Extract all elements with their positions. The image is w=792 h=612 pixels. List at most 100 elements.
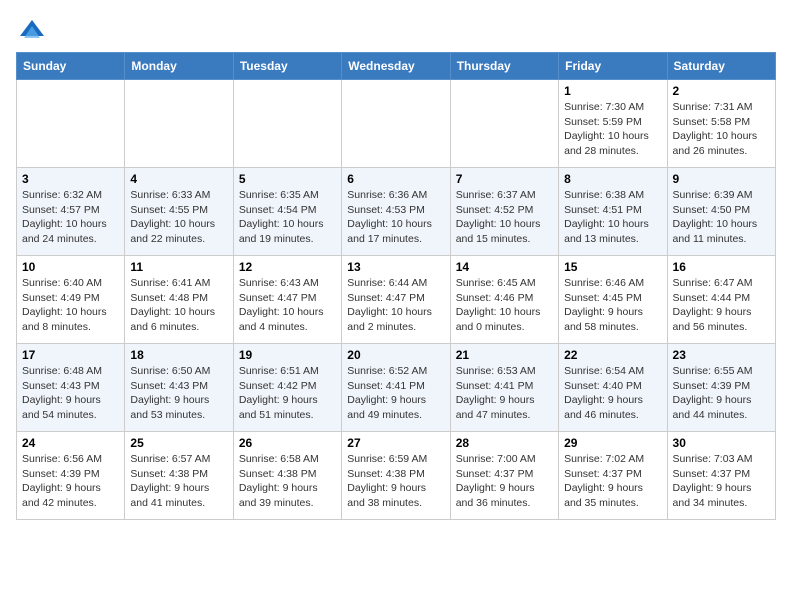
- day-info: Sunrise: 7:03 AM Sunset: 4:37 PM Dayligh…: [673, 452, 770, 511]
- calendar-cell: 30 Sunrise: 7:03 AM Sunset: 4:37 PM Dayli…: [667, 432, 775, 520]
- day-number: 29: [564, 436, 661, 450]
- day-info: Sunrise: 6:46 AM Sunset: 4:45 PM Dayligh…: [564, 276, 661, 335]
- day-number: 16: [673, 260, 770, 274]
- day-info: Sunrise: 6:59 AM Sunset: 4:38 PM Dayligh…: [347, 452, 444, 511]
- day-number: 17: [22, 348, 119, 362]
- calendar-cell: 3 Sunrise: 6:32 AM Sunset: 4:57 PM Daylig…: [17, 168, 125, 256]
- calendar-cell: [125, 80, 233, 168]
- weekday-header-monday: Monday: [125, 53, 233, 80]
- day-number: 10: [22, 260, 119, 274]
- day-info: Sunrise: 6:44 AM Sunset: 4:47 PM Dayligh…: [347, 276, 444, 335]
- calendar-cell: [450, 80, 558, 168]
- weekday-header-thursday: Thursday: [450, 53, 558, 80]
- day-number: 21: [456, 348, 553, 362]
- week-row-5: 24 Sunrise: 6:56 AM Sunset: 4:39 PM Dayli…: [17, 432, 776, 520]
- day-info: Sunrise: 6:35 AM Sunset: 4:54 PM Dayligh…: [239, 188, 336, 247]
- calendar-cell: [233, 80, 341, 168]
- day-info: Sunrise: 6:40 AM Sunset: 4:49 PM Dayligh…: [22, 276, 119, 335]
- day-number: 11: [130, 260, 227, 274]
- calendar-cell: 28Sunrise: 7:00 AM Sunset: 4:37 PM Dayli…: [450, 432, 558, 520]
- calendar-cell: [342, 80, 450, 168]
- day-info: Sunrise: 6:36 AM Sunset: 4:53 PM Dayligh…: [347, 188, 444, 247]
- calendar-cell: 4 Sunrise: 6:33 AM Sunset: 4:55 PM Daylig…: [125, 168, 233, 256]
- day-info: Sunrise: 6:38 AM Sunset: 4:51 PM Dayligh…: [564, 188, 661, 247]
- week-row-3: 10 Sunrise: 6:40 AM Sunset: 4:49 PM Dayli…: [17, 256, 776, 344]
- calendar-cell: 15 Sunrise: 6:46 AM Sunset: 4:45 PM Dayli…: [559, 256, 667, 344]
- calendar-cell: 9 Sunrise: 6:39 AM Sunset: 4:50 PM Daylig…: [667, 168, 775, 256]
- day-number: 9: [673, 172, 770, 186]
- day-number: 19: [239, 348, 336, 362]
- day-info: Sunrise: 6:56 AM Sunset: 4:39 PM Dayligh…: [22, 452, 119, 511]
- day-info: Sunrise: 6:52 AM Sunset: 4:41 PM Dayligh…: [347, 364, 444, 423]
- weekday-header-row: SundayMondayTuesdayWednesdayThursdayFrid…: [17, 53, 776, 80]
- logo-icon: [18, 16, 46, 44]
- calendar-cell: 6 Sunrise: 6:36 AM Sunset: 4:53 PM Daylig…: [342, 168, 450, 256]
- day-info: Sunrise: 6:45 AM Sunset: 4:46 PM Dayligh…: [456, 276, 553, 335]
- day-number: 7: [456, 172, 553, 186]
- calendar-cell: [17, 80, 125, 168]
- calendar-cell: 5 Sunrise: 6:35 AM Sunset: 4:54 PM Daylig…: [233, 168, 341, 256]
- calendar-cell: 24 Sunrise: 6:56 AM Sunset: 4:39 PM Dayli…: [17, 432, 125, 520]
- day-info: Sunrise: 6:32 AM Sunset: 4:57 PM Dayligh…: [22, 188, 119, 247]
- calendar-cell: 1 Sunrise: 7:30 AM Sunset: 5:59 PM Daylig…: [559, 80, 667, 168]
- day-info: Sunrise: 6:55 AM Sunset: 4:39 PM Dayligh…: [673, 364, 770, 423]
- day-info: Sunrise: 6:41 AM Sunset: 4:48 PM Dayligh…: [130, 276, 227, 335]
- day-number: 26: [239, 436, 336, 450]
- calendar-cell: 20 Sunrise: 6:52 AM Sunset: 4:41 PM Dayli…: [342, 344, 450, 432]
- day-number: 5: [239, 172, 336, 186]
- calendar-cell: 7 Sunrise: 6:37 AM Sunset: 4:52 PM Daylig…: [450, 168, 558, 256]
- page-header: [16, 16, 776, 44]
- day-number: 13: [347, 260, 444, 274]
- day-info: Sunrise: 7:31 AM Sunset: 5:58 PM Dayligh…: [673, 100, 770, 159]
- day-number: 2: [673, 84, 770, 98]
- day-number: 28: [456, 436, 553, 450]
- day-info: Sunrise: 6:33 AM Sunset: 4:55 PM Dayligh…: [130, 188, 227, 247]
- day-number: 20: [347, 348, 444, 362]
- day-info: Sunrise: 6:50 AM Sunset: 4:43 PM Dayligh…: [130, 364, 227, 423]
- calendar-cell: 21Sunrise: 6:53 AM Sunset: 4:41 PM Dayli…: [450, 344, 558, 432]
- logo: [16, 16, 46, 44]
- calendar-cell: 11 Sunrise: 6:41 AM Sunset: 4:48 PM Dayli…: [125, 256, 233, 344]
- day-number: 22: [564, 348, 661, 362]
- calendar-cell: 26 Sunrise: 6:58 AM Sunset: 4:38 PM Dayli…: [233, 432, 341, 520]
- calendar-cell: 19 Sunrise: 6:51 AM Sunset: 4:42 PM Dayli…: [233, 344, 341, 432]
- weekday-header-tuesday: Tuesday: [233, 53, 341, 80]
- day-number: 15: [564, 260, 661, 274]
- day-number: 8: [564, 172, 661, 186]
- calendar-cell: 8 Sunrise: 6:38 AM Sunset: 4:51 PM Daylig…: [559, 168, 667, 256]
- week-row-1: 1 Sunrise: 7:30 AM Sunset: 5:59 PM Daylig…: [17, 80, 776, 168]
- calendar-cell: 2 Sunrise: 7:31 AM Sunset: 5:58 PM Daylig…: [667, 80, 775, 168]
- day-number: 24: [22, 436, 119, 450]
- calendar: SundayMondayTuesdayWednesdayThursdayFrid…: [16, 52, 776, 520]
- calendar-cell: 23 Sunrise: 6:55 AM Sunset: 4:39 PM Dayli…: [667, 344, 775, 432]
- day-info: Sunrise: 6:39 AM Sunset: 4:50 PM Dayligh…: [673, 188, 770, 247]
- calendar-cell: 14Sunrise: 6:45 AM Sunset: 4:46 PM Dayli…: [450, 256, 558, 344]
- calendar-cell: 29Sunrise: 7:02 AM Sunset: 4:37 PM Dayli…: [559, 432, 667, 520]
- week-row-4: 17 Sunrise: 6:48 AM Sunset: 4:43 PM Dayli…: [17, 344, 776, 432]
- day-info: Sunrise: 6:54 AM Sunset: 4:40 PM Dayligh…: [564, 364, 661, 423]
- weekday-header-friday: Friday: [559, 53, 667, 80]
- day-info: Sunrise: 7:30 AM Sunset: 5:59 PM Dayligh…: [564, 100, 661, 159]
- calendar-cell: 25Sunrise: 6:57 AM Sunset: 4:38 PM Dayli…: [125, 432, 233, 520]
- day-number: 4: [130, 172, 227, 186]
- weekday-header-saturday: Saturday: [667, 53, 775, 80]
- weekday-header-wednesday: Wednesday: [342, 53, 450, 80]
- day-info: Sunrise: 6:51 AM Sunset: 4:42 PM Dayligh…: [239, 364, 336, 423]
- day-number: 6: [347, 172, 444, 186]
- day-number: 30: [673, 436, 770, 450]
- day-info: Sunrise: 6:37 AM Sunset: 4:52 PM Dayligh…: [456, 188, 553, 247]
- day-number: 1: [564, 84, 661, 98]
- weekday-header-sunday: Sunday: [17, 53, 125, 80]
- day-number: 23: [673, 348, 770, 362]
- day-number: 3: [22, 172, 119, 186]
- day-number: 25: [130, 436, 227, 450]
- day-number: 12: [239, 260, 336, 274]
- calendar-cell: 22 Sunrise: 6:54 AM Sunset: 4:40 PM Dayli…: [559, 344, 667, 432]
- calendar-cell: 10 Sunrise: 6:40 AM Sunset: 4:49 PM Dayli…: [17, 256, 125, 344]
- calendar-cell: 16Sunrise: 6:47 AM Sunset: 4:44 PM Dayli…: [667, 256, 775, 344]
- day-info: Sunrise: 6:58 AM Sunset: 4:38 PM Dayligh…: [239, 452, 336, 511]
- day-info: Sunrise: 6:48 AM Sunset: 4:43 PM Dayligh…: [22, 364, 119, 423]
- calendar-cell: 27Sunrise: 6:59 AM Sunset: 4:38 PM Dayli…: [342, 432, 450, 520]
- day-number: 18: [130, 348, 227, 362]
- calendar-cell: 17 Sunrise: 6:48 AM Sunset: 4:43 PM Dayli…: [17, 344, 125, 432]
